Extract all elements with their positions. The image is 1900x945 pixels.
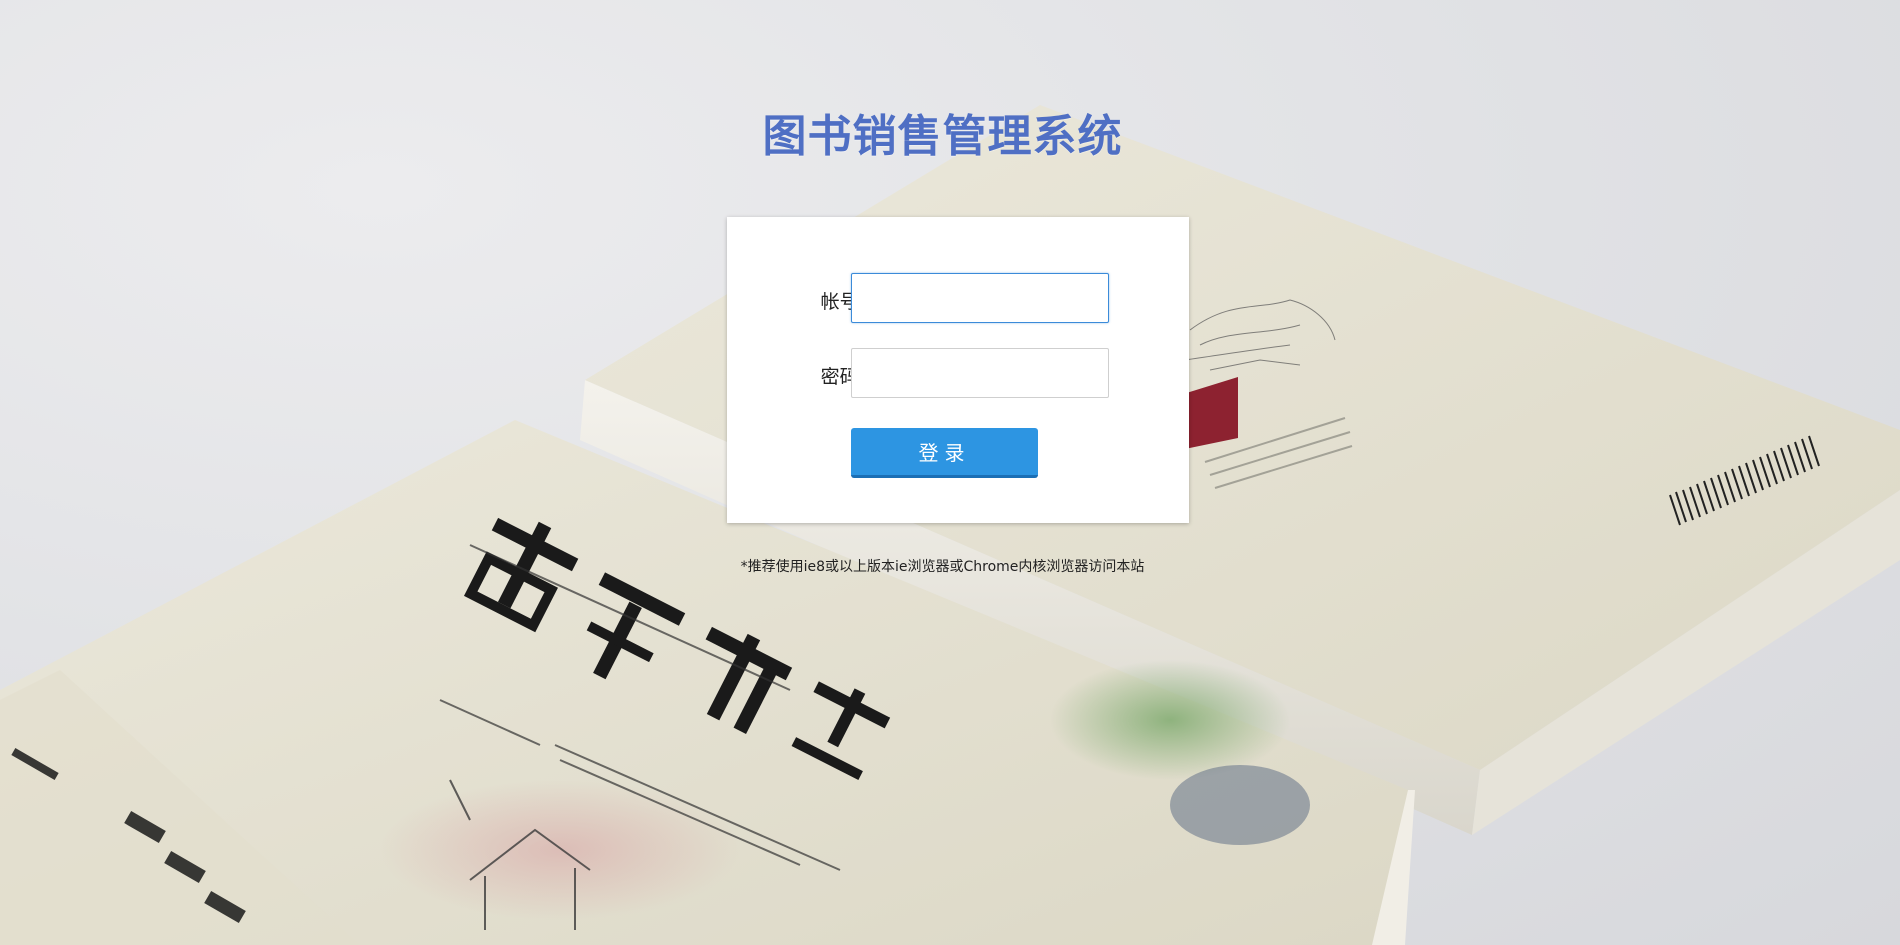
login-panel: 帐号: 密码: 登录 <box>727 217 1189 523</box>
account-row: 帐号: <box>727 273 1189 325</box>
account-input[interactable] <box>851 273 1109 323</box>
browser-notice: *推荐使用ie8或以上版本ie浏览器或Chrome内核浏览器访问本站 <box>740 559 1145 575</box>
front-book-painting-willow <box>1050 660 1290 780</box>
front-book-painting-figure <box>1170 765 1310 845</box>
front-book-painting-blossom <box>380 780 740 920</box>
page-title: 图书销售管理系统 <box>762 111 1123 162</box>
login-button[interactable]: 登录 <box>851 428 1038 478</box>
password-row: 密码: <box>727 348 1189 400</box>
password-input[interactable] <box>851 348 1109 398</box>
